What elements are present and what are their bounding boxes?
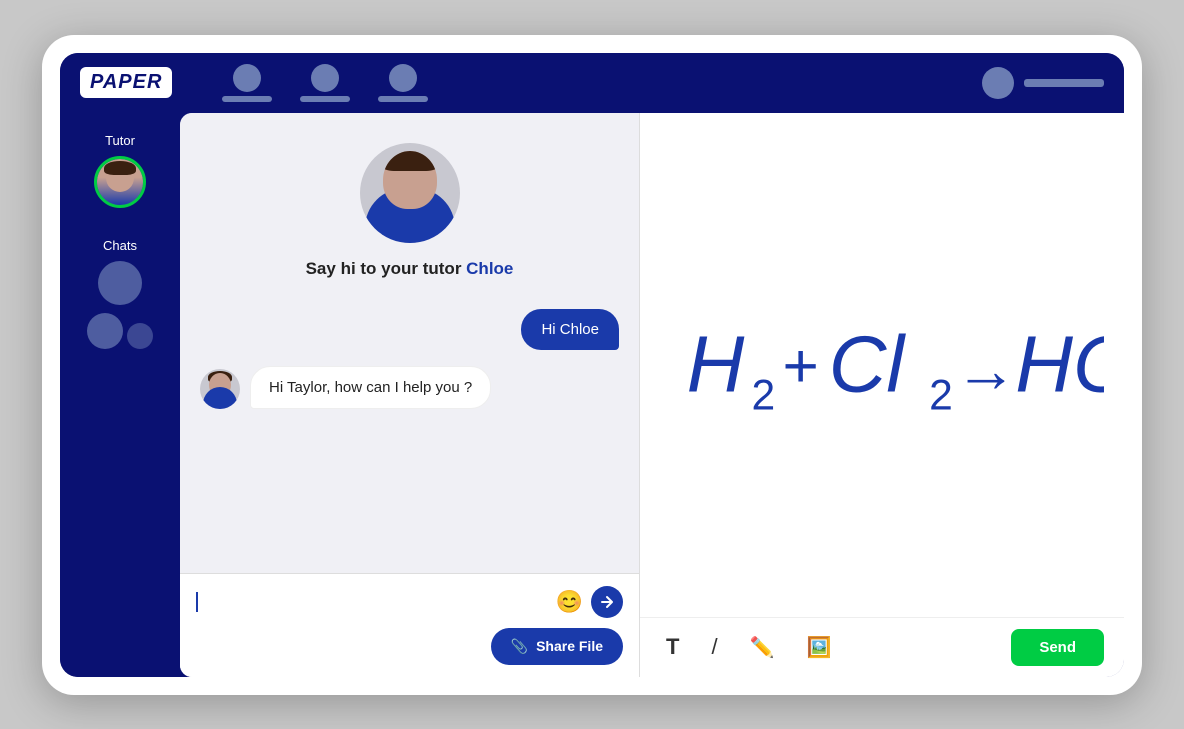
tool-pen[interactable]: ✏️ [744, 629, 781, 666]
bubble-tutor-1: Hi Taylor, how can I help you ? [250, 366, 491, 409]
svg-text:→: → [955, 336, 1017, 405]
whiteboard-send-button[interactable]: Send [1011, 629, 1104, 666]
sidebar-chats-section: Chats [87, 238, 153, 349]
svg-text:Cl: Cl [829, 319, 907, 408]
nav-icon-line-1 [222, 96, 272, 102]
sidebar: Tutor Chats [60, 113, 180, 677]
input-icons: 😊 [556, 586, 623, 618]
tool-text[interactable]: T [660, 628, 685, 666]
sidebar-chat-group [87, 313, 153, 349]
intro-text: Say hi to your tutor Chloe [306, 259, 514, 279]
tutor-avatar-large [360, 143, 460, 243]
svg-text:2: 2 [929, 371, 953, 419]
main-area: Tutor Chats [60, 113, 1124, 677]
mini-body [203, 387, 237, 409]
nav-icon-circle-1 [233, 64, 261, 92]
chat-input[interactable] [208, 593, 546, 611]
nav-icon-line-2 [300, 96, 350, 102]
svg-text:+: + [783, 332, 819, 401]
bubble-user-1: Hi Chloe [521, 309, 619, 350]
sidebar-chat-item-3[interactable] [127, 323, 153, 349]
text-cursor [196, 592, 198, 612]
chat-input-area: 😊 📎 Share File [180, 573, 639, 677]
user-name-nav [1024, 79, 1104, 87]
content-area: Say hi to your tutor Chloe Hi Chloe [180, 113, 1124, 677]
nav-item-3[interactable] [378, 64, 428, 102]
chat-panel: Say hi to your tutor Chloe Hi Chloe [180, 113, 640, 677]
nav-item-2[interactable] [300, 64, 350, 102]
whiteboard-canvas: H 2 + Cl 2 → HCl [640, 113, 1124, 617]
app-container: PAPER [60, 53, 1124, 677]
share-file-button[interactable]: 📎 Share File [491, 628, 623, 665]
sidebar-chat-item-2[interactable] [87, 313, 123, 349]
device-frame: PAPER [42, 35, 1142, 695]
intro-tutor-name: Chloe [466, 259, 513, 278]
user-avatar-nav[interactable] [982, 67, 1014, 99]
nav-right [982, 67, 1104, 99]
svg-text:H: H [687, 319, 745, 408]
share-file-label: Share File [536, 638, 603, 654]
tool-line[interactable]: / [705, 628, 723, 666]
tutor-mini-avatar [200, 369, 240, 409]
message-user-1: Hi Chloe [200, 309, 619, 350]
chat-messages: Hi Chloe Hi Taylor, how can I help you ? [180, 299, 639, 573]
top-nav: PAPER [60, 53, 1124, 113]
emoji-button[interactable]: 😊 [556, 589, 583, 615]
app-logo: PAPER [80, 67, 172, 98]
sidebar-tutor-label: Tutor [105, 133, 135, 148]
nav-icon-circle-2 [311, 64, 339, 92]
sidebar-tutor-section: Tutor [94, 133, 146, 208]
nav-icon-circle-3 [389, 64, 417, 92]
tool-image[interactable]: 🖼️ [800, 629, 837, 666]
whiteboard-toolbar: T / ✏️ 🖼️ Send [640, 617, 1124, 677]
whiteboard-panel: H 2 + Cl 2 → HCl [640, 113, 1124, 677]
paperclip-icon: 📎 [511, 638, 528, 655]
nav-icon-line-3 [378, 96, 428, 102]
equation-svg: H 2 + Cl 2 → HCl [660, 133, 1104, 597]
svg-text:2: 2 [751, 371, 775, 419]
svg-text:HCl: HCl [1015, 319, 1104, 408]
intro-text-plain: Say hi to your tutor [306, 259, 467, 278]
sidebar-chat-item-1[interactable] [98, 261, 142, 305]
send-message-button[interactable] [591, 586, 623, 618]
nav-item-1[interactable] [222, 64, 272, 102]
sidebar-chats-label: Chats [103, 238, 137, 253]
message-tutor-1: Hi Taylor, how can I help you ? [200, 366, 619, 409]
tutor-avatar-sidebar[interactable] [94, 156, 146, 208]
nav-icons [222, 64, 428, 102]
chat-intro: Say hi to your tutor Chloe [180, 113, 639, 299]
chat-input-row: 😊 [196, 586, 623, 618]
